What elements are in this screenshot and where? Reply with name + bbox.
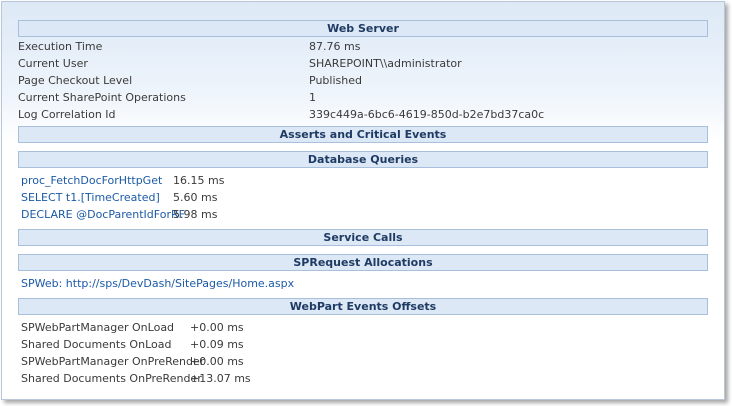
- sharepoint-operations-label: Current SharePoint Operations: [18, 91, 186, 104]
- page-checkout-level-label: Page Checkout Level: [18, 74, 133, 87]
- log-correlation-id-value: 339c449a-6bc6-4619-850d-b2e7bd37ca0c: [309, 108, 545, 121]
- webpart-event-offset: +0.00 ms: [190, 355, 244, 368]
- sharepoint-operations-value: 1: [309, 91, 316, 104]
- current-user-value: SHAREPOINT\\administrator: [309, 57, 462, 70]
- spweb-allocation-link[interactable]: SPWeb: http://sps/DevDash/SitePages/Home…: [21, 276, 294, 292]
- developer-dashboard-panel: Web Server Execution Time 87.76 ms Curre…: [1, 1, 725, 400]
- webpart-event-name: SPWebPartManager OnLoad: [21, 321, 175, 334]
- asserts-header: Asserts and Critical Events: [18, 126, 708, 143]
- query-time: 5.60 ms: [173, 191, 218, 204]
- database-queries-header: Database Queries: [18, 151, 708, 168]
- log-correlation-id-label: Log Correlation Id: [18, 108, 116, 121]
- webpart-event-offset: +13.07 ms: [190, 372, 251, 385]
- service-calls-header: Service Calls: [18, 229, 708, 246]
- execution-time-value: 87.76 ms: [309, 40, 361, 53]
- query-link[interactable]: proc_FetchDocForHttpGet: [21, 173, 162, 189]
- query-link[interactable]: DECLARE @DocParentIdForRF: [21, 207, 185, 223]
- webpart-event-name: Shared Documents OnPreRender: [21, 372, 202, 385]
- web-server-header: Web Server: [18, 20, 708, 37]
- query-link[interactable]: SELECT t1.[TimeCreated]: [21, 190, 160, 206]
- query-time: 5.98 ms: [173, 208, 218, 221]
- sprequest-allocations-header: SPRequest Allocations: [18, 254, 708, 271]
- webpart-event-offset: +0.09 ms: [190, 338, 244, 351]
- webpart-event-name: Shared Documents OnLoad: [21, 338, 172, 351]
- webpart-event-name: SPWebPartManager OnPreRender: [21, 355, 205, 368]
- current-user-label: Current User: [18, 57, 88, 70]
- webpart-event-offset: +0.00 ms: [190, 321, 244, 334]
- query-time: 16.15 ms: [173, 174, 225, 187]
- page-checkout-level-value: Published: [309, 74, 362, 87]
- execution-time-label: Execution Time: [18, 40, 103, 53]
- webpart-events-header: WebPart Events Offsets: [18, 298, 708, 315]
